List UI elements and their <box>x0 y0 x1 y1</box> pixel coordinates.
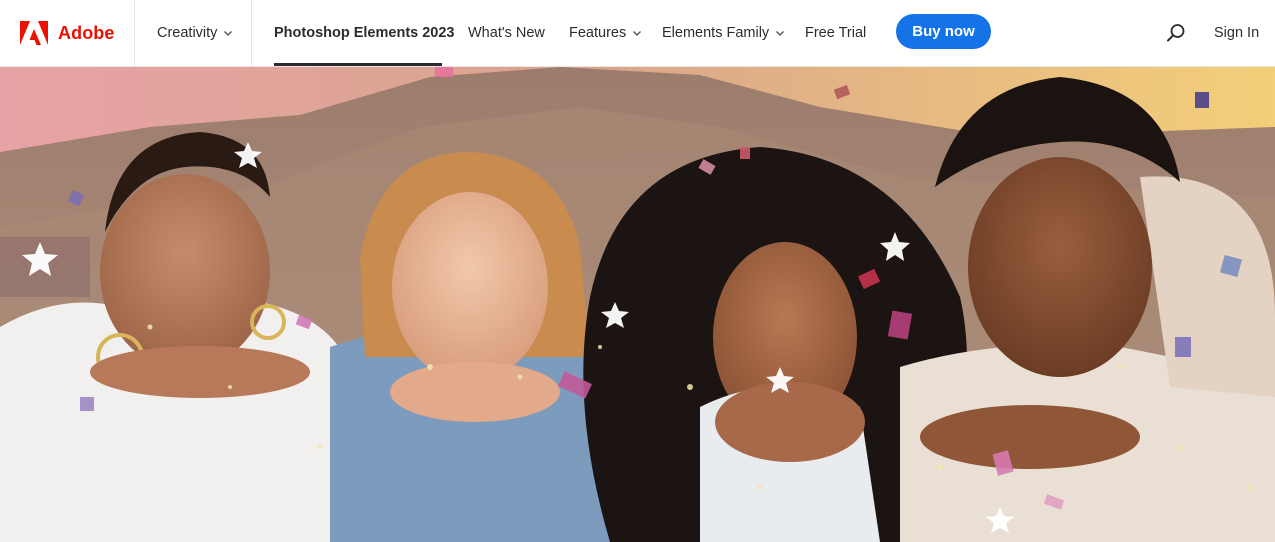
divider <box>251 0 252 66</box>
chevron-down-icon <box>224 31 233 36</box>
nav-elements-family[interactable]: Elements Family <box>662 0 785 66</box>
nav-whats-new-label: What's New <box>468 25 545 41</box>
nav-features[interactable]: Features <box>569 0 642 66</box>
nav-free-trial-label: Free Trial <box>805 25 867 41</box>
nav-product-label: Photoshop Elements 2023 <box>274 25 455 41</box>
nav-free-trial[interactable]: Free Trial <box>805 0 866 66</box>
sign-in-link[interactable]: Sign In <box>1214 0 1259 66</box>
active-tab-indicator <box>274 63 442 66</box>
search-button[interactable] <box>1166 0 1186 66</box>
search-icon <box>1167 24 1185 42</box>
chevron-down-icon <box>776 31 785 36</box>
nav-product-home[interactable]: Photoshop Elements 2023 <box>274 0 455 66</box>
adobe-logo-icon <box>20 21 48 45</box>
nav-elements-family-label: Elements Family <box>662 25 770 41</box>
sign-in-label: Sign In <box>1214 25 1260 41</box>
adobe-logo[interactable]: Adobe <box>20 0 115 66</box>
nav-creativity[interactable]: Creativity <box>157 0 233 66</box>
chevron-down-icon <box>633 31 642 36</box>
nav-whats-new[interactable]: What's New <box>468 0 545 66</box>
brand-name: Adobe <box>58 22 115 43</box>
divider <box>134 0 135 66</box>
nav-features-label: Features <box>569 25 627 41</box>
global-nav: Adobe Creativity Photoshop Elements 2023… <box>0 0 1275 67</box>
hero-photo <box>0 67 1275 542</box>
buy-now-button[interactable]: Buy now <box>896 14 991 49</box>
hero-image <box>0 67 1275 542</box>
nav-creativity-label: Creativity <box>157 25 218 41</box>
